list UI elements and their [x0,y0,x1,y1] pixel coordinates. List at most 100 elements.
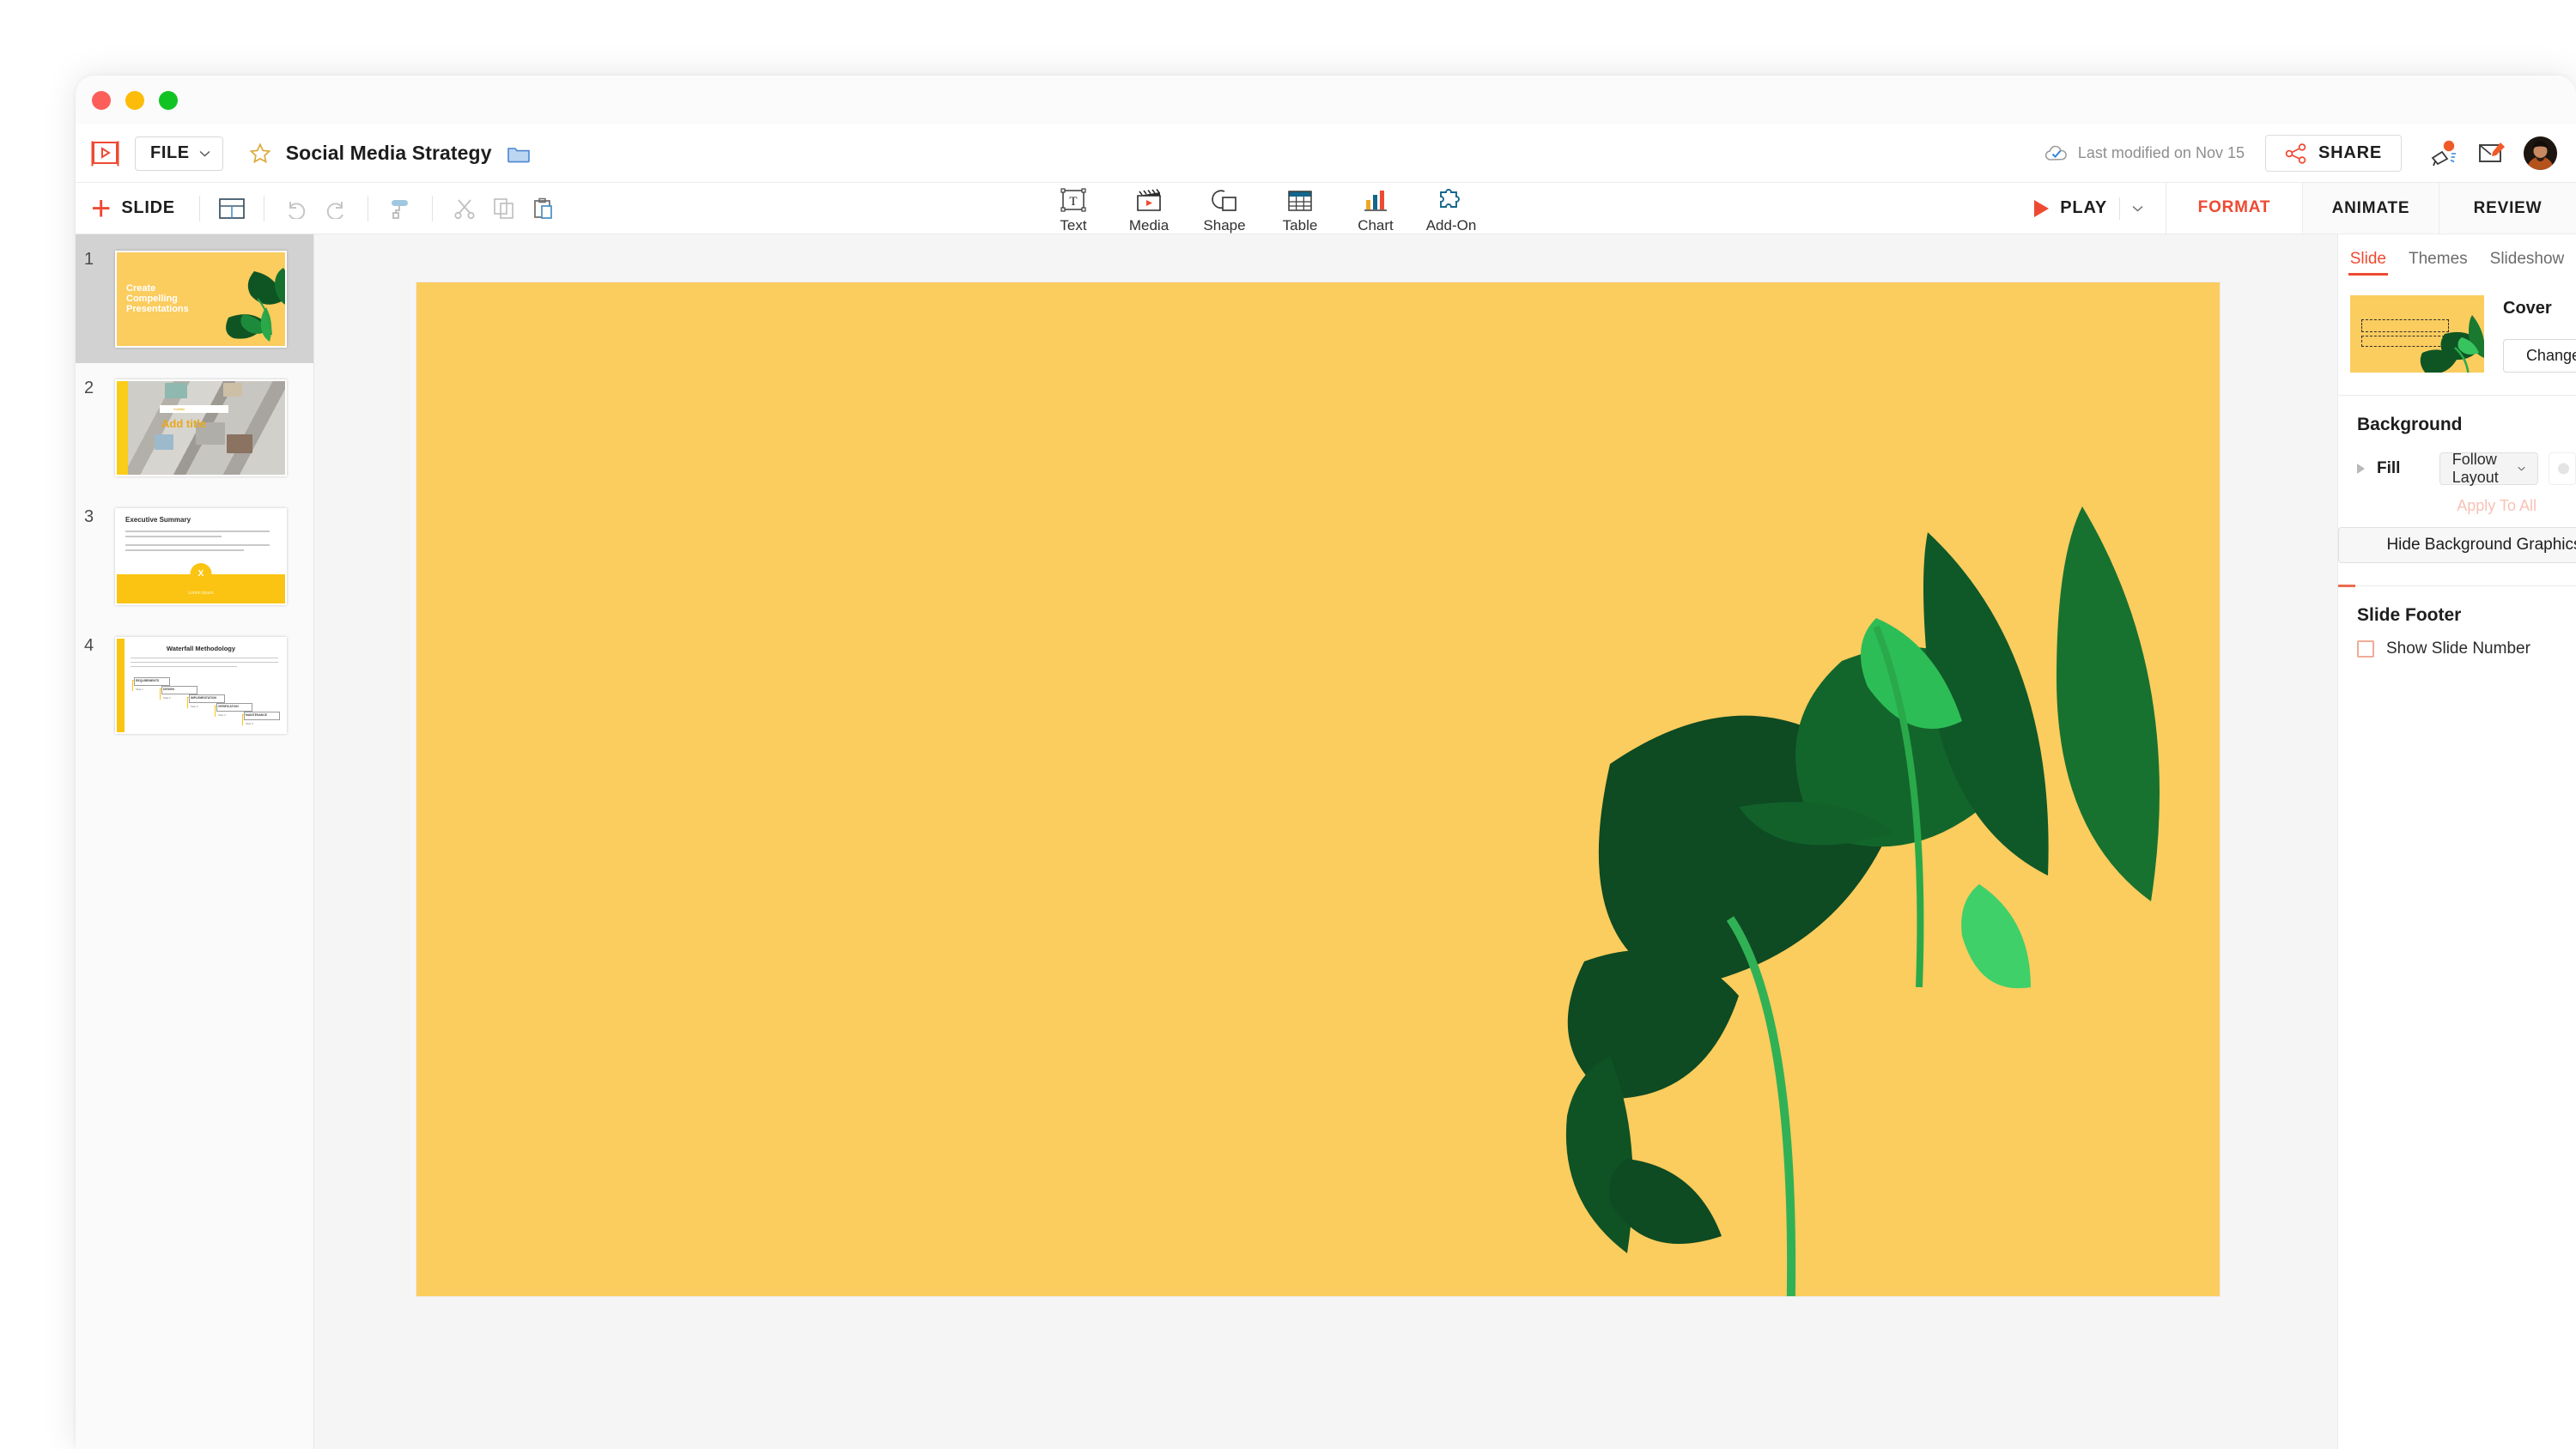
slide-subtitle-preview: Subtitle [173,406,185,411]
change-layout-label: Change Layout [2525,347,2576,364]
insert-table-button[interactable]: Table [1262,183,1338,234]
play-label: PLAY [2060,198,2107,217]
slide-number: 2 [84,379,94,397]
workspace: 1 Create Compelling Presentations 2 Subt… [76,234,2576,1449]
fill-row: Fill Follow Layout [2338,435,2576,486]
active-slide-canvas[interactable] [416,282,2220,1296]
accent-bar [117,638,125,732]
star-favorite-icon[interactable] [249,142,271,165]
swatch [227,433,252,453]
insert-text-button[interactable]: T Text [1036,183,1111,234]
share-button[interactable]: SHARE [2264,135,2402,172]
add-slide-button[interactable]: + SLIDE [91,189,187,227]
slide-thumbnail-3[interactable]: 3 Executive Summary X Lorem Ipsum [76,492,313,621]
file-menu-button[interactable]: FILE [135,136,223,171]
cover-meta: Cover Change Layout [2503,295,2576,373]
slide-number: 1 [84,250,94,269]
color-picker-swatch[interactable] [2549,452,2576,485]
toolbar-divider [431,195,433,221]
share-nodes-icon [2285,142,2306,164]
chevron-down-icon [2132,205,2143,211]
slide-editor-canvas-area[interactable] [314,234,2337,1449]
clapperboard-media-icon [1134,186,1163,214]
cover-section: Cover Change Layout [2338,276,2576,373]
paint-roller-icon[interactable] [380,189,420,228]
play-options-button[interactable] [2119,197,2160,220]
saved-status: Last modified on Nov 15 [2044,144,2245,163]
avatar[interactable] [2524,136,2557,170]
step-label: IMPLEMENTATION [191,696,217,700]
swatch [165,382,187,398]
subtab-slide[interactable]: Slide [2339,250,2397,276]
bar-chart-icon [1363,186,1388,214]
tab-animate[interactable]: ANIMATE [2303,183,2439,233]
subtab-slideshow[interactable]: Slideshow [2479,250,2576,276]
change-layout-button[interactable]: Change Layout [2503,339,2576,373]
window-controls [92,91,178,110]
thumbnail-preview: Subtitle Add title [115,379,287,476]
undo-icon[interactable] [276,189,316,228]
toolbar-right-group: PLAY FORMAT ANIMATE REVIEW [2022,183,2576,233]
toolbar-left-group: + SLIDE [76,189,563,228]
slide-thumbnail-4[interactable]: 4 Waterfall Methodology REQUIREMENTS DES… [76,621,313,749]
badge: X [190,562,212,585]
swatch [223,382,242,397]
step-label: MAINTENANCE [246,713,268,717]
show-slide-number-row[interactable]: Show Slide Number [2338,626,2576,658]
header-right-group: Last modified on Nov 15 SHARE [2044,124,2576,182]
subtab-themes[interactable]: Themes [2397,250,2479,276]
slide-thumbnail-panel[interactable]: 1 Create Compelling Presentations 2 Subt… [76,234,314,1449]
copy-icon[interactable] [484,189,524,228]
chevron-down-icon [2518,466,2526,471]
play-group: PLAY [2022,183,2166,233]
swatch-dot [2558,463,2569,475]
megaphone-icon[interactable] [2422,130,2469,177]
hide-background-graphics-button[interactable]: Hide Background Graphics [2338,527,2576,563]
slide-number: 4 [84,636,94,655]
insert-chart-button[interactable]: Chart [1338,183,1413,234]
fill-select[interactable]: Follow Layout [2439,451,2539,486]
step-label: REQUIREMENTS [136,679,160,682]
minimize-window-button[interactable] [125,91,144,110]
format-panel: Slide Themes Slideshow Cover Change Back… [2337,234,2576,1449]
fill-value: Follow Layout [2451,451,2499,486]
triangle-right-icon[interactable] [2357,464,2365,474]
scissors-icon[interactable] [445,189,484,228]
shape-icon [1211,186,1238,214]
insert-shape-button[interactable]: Shape [1187,183,1262,234]
show-slide-number-checkbox[interactable] [2357,640,2374,658]
step-sub: Task 1 [136,687,143,691]
monstera-leaves-decoration [1565,506,2160,1296]
maximize-window-button[interactable] [159,91,178,110]
application-window: FILE Social Media Strategy Last modified… [76,76,2576,1449]
insert-media-button[interactable]: Media [1111,183,1187,234]
presentation-play-icon[interactable] [91,141,119,167]
folder-icon[interactable] [507,144,530,163]
document-title[interactable]: Social Media Strategy [286,142,492,165]
tab-format[interactable]: FORMAT [2166,183,2303,233]
file-menu-label: FILE [150,143,190,162]
paste-icon[interactable] [524,189,563,228]
insert-text-label: Text [1060,217,1087,233]
screen-pencil-icon[interactable] [2469,130,2515,177]
insert-tools-group: T Text Media Shape Table Chart Add-On [1036,183,1489,234]
apply-to-all-link[interactable]: Apply To All [2338,485,2576,515]
play-button[interactable]: PLAY [2022,198,2114,218]
slide-layout-icon[interactable] [212,189,252,228]
insert-shape-label: Shape [1203,217,1246,233]
insert-addon-button[interactable]: Add-On [1413,183,1489,234]
redo-icon[interactable] [316,189,355,228]
insert-table-label: Table [1282,217,1318,233]
table-icon [1287,186,1313,214]
slide-thumbnail-1[interactable]: 1 Create Compelling Presentations [76,234,313,363]
step-label: DESIGN [163,688,174,691]
insert-media-label: Media [1128,217,1170,233]
show-slide-number-label: Show Slide Number [2386,640,2530,658]
cloud-check-icon [2044,145,2067,161]
cover-layout-preview[interactable] [2350,295,2484,373]
step-sub: Task 3 [191,704,198,708]
close-window-button[interactable] [92,91,111,110]
tab-review[interactable]: REVIEW [2439,183,2576,233]
slide-thumbnail-2[interactable]: 2 Subtitle Add title [76,363,313,492]
plus-icon: + [91,189,112,227]
